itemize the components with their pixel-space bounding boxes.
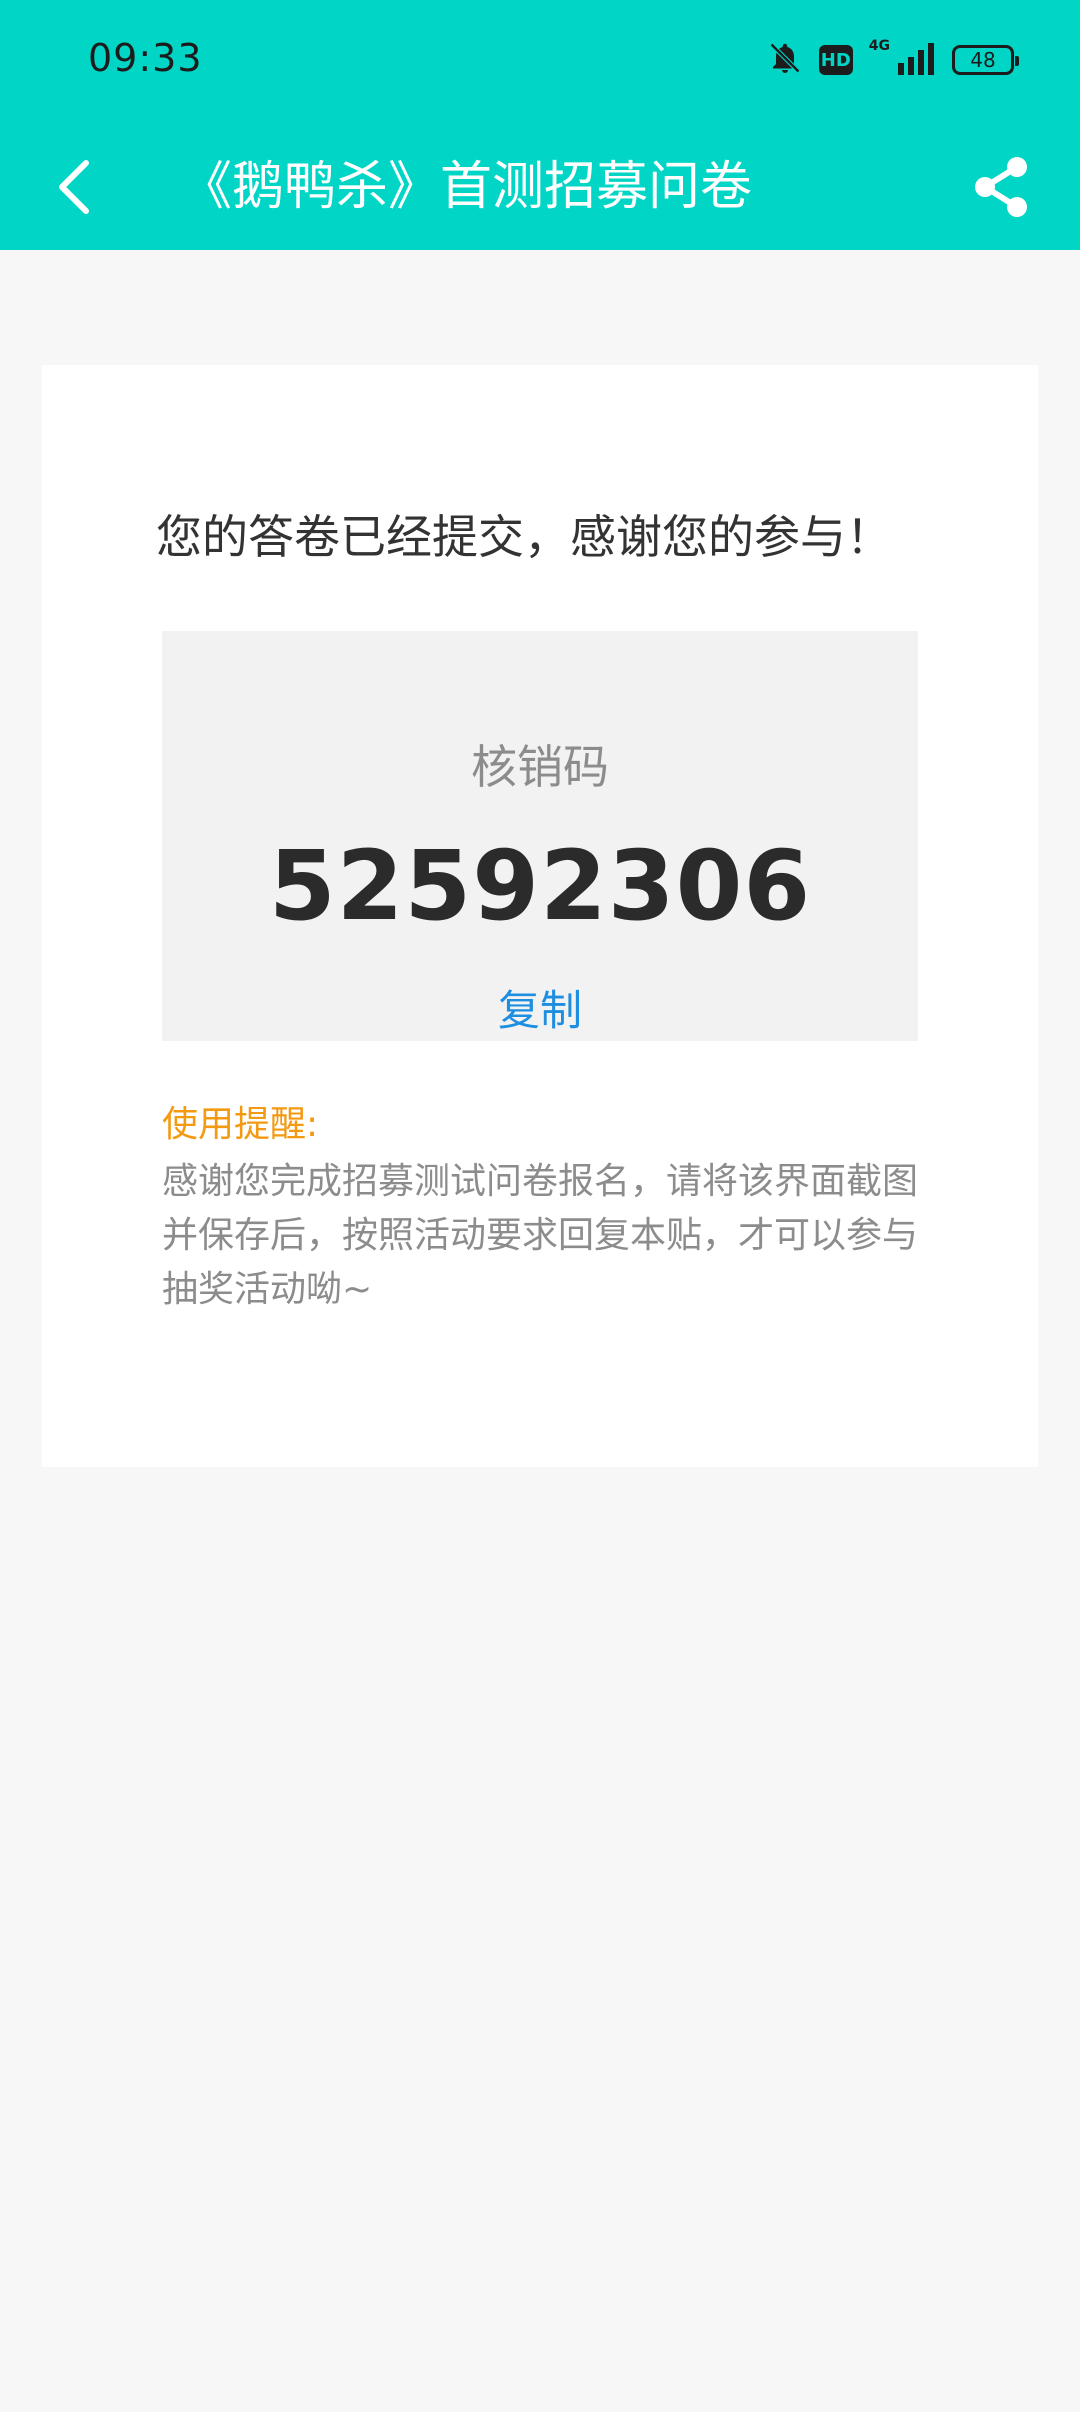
- network-type: 4G: [868, 38, 890, 54]
- chevron-left-icon: [59, 160, 89, 214]
- submit-success-message: 您的答卷已经提交，感谢您的参与！: [156, 510, 892, 564]
- page-title: 《鹅鸭杀》首测招募问卷: [180, 157, 753, 217]
- app-header: 09:33 HD 4G 48 《鹅鸭杀》首测招募问卷: [0, 0, 1080, 250]
- hd-icon: HD: [818, 45, 853, 75]
- battery-icon: 48: [952, 45, 1019, 75]
- result-card: 您的答卷已经提交，感谢您的参与！ 核销码 52592306 复制 使用提醒: 感…: [42, 365, 1038, 1467]
- code-label: 核销码: [471, 740, 609, 794]
- copy-button[interactable]: 复制: [162, 977, 918, 1038]
- status-time: 09:33: [88, 36, 203, 80]
- share-button[interactable]: [966, 150, 1036, 224]
- code-value: 52592306: [268, 830, 812, 942]
- bell-off-icon: [767, 40, 803, 80]
- signal-icon: [896, 41, 936, 79]
- verification-code-box: 核销码 52592306 复制: [162, 631, 918, 1041]
- tip-body: 感谢您完成招募测试问卷报名，请将该界面截图并保存后，按照活动要求回复本贴，才可以…: [162, 1161, 919, 1310]
- back-button[interactable]: [44, 152, 104, 222]
- tip-title: 使用提醒:: [162, 1104, 319, 1145]
- status-icons: HD 4G 48: [767, 38, 1019, 80]
- nav-bar: 《鹅鸭杀》首测招募问卷: [0, 124, 1080, 250]
- status-bar: 09:33 HD 4G 48: [0, 0, 1080, 124]
- share-icon: [975, 157, 1027, 217]
